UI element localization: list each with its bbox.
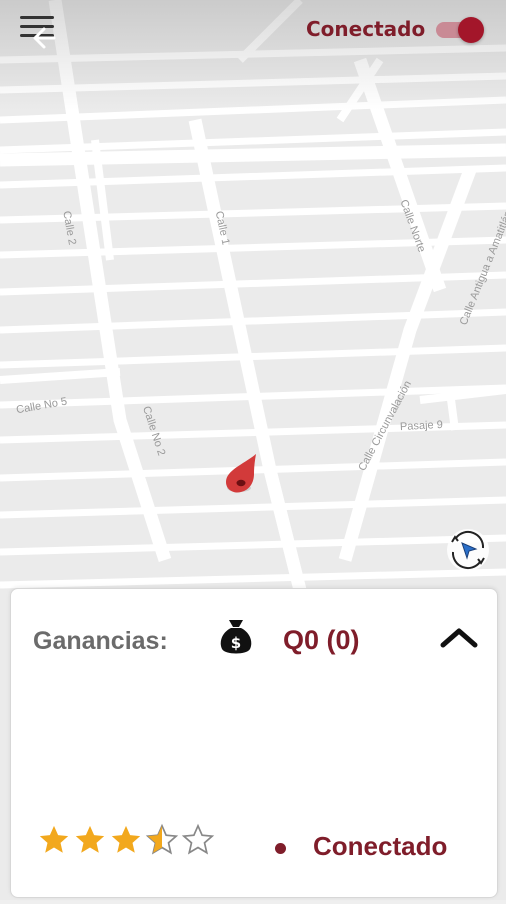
chevron-up-icon [440, 628, 478, 648]
back-button[interactable] [30, 26, 58, 54]
star-full-icon [111, 825, 141, 853]
back-arrow-icon [33, 27, 56, 49]
recenter-location-button[interactable] [444, 526, 492, 574]
star-full-icon [39, 825, 69, 853]
star-full-icon [75, 825, 105, 853]
star-empty-icon [181, 823, 215, 855]
star-half-icon [145, 823, 179, 855]
driver-rating [37, 823, 217, 863]
panel-status-label: Conectado [313, 831, 448, 861]
earnings-value: Q0 (0) [283, 625, 360, 655]
status-dot [275, 843, 286, 854]
earnings-panel: Ganancias: $ Q0 (0) Conectado [10, 588, 498, 898]
recenter-location-icon [447, 529, 489, 571]
top-bar-overlay [0, 0, 506, 110]
collapse-panel-button[interactable] [439, 625, 479, 651]
earnings-label: Ganancias: [33, 627, 168, 655]
connection-status-label: Conectado [306, 17, 426, 41]
location-pin-icon [222, 452, 262, 498]
street-label: Pasaje 9 [399, 418, 444, 434]
money-bag-icon: $ [217, 617, 255, 657]
online-toggle[interactable] [436, 17, 484, 43]
svg-text:$: $ [231, 634, 241, 652]
